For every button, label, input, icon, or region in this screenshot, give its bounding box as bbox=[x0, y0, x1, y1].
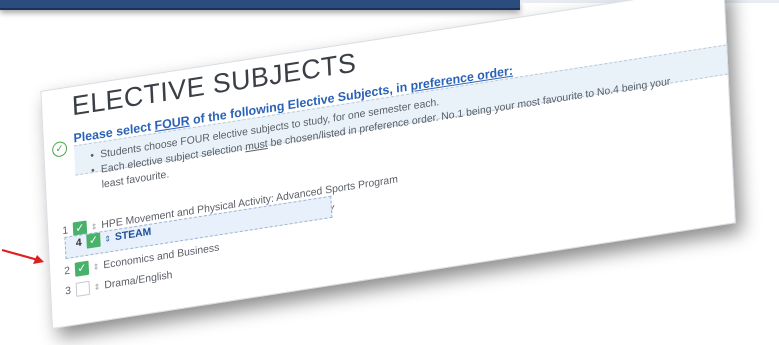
red-arrow-icon bbox=[1, 248, 44, 264]
drag-handle-icon[interactable]: ⇕ bbox=[104, 233, 111, 243]
top-header-bar bbox=[0, 0, 520, 10]
subject-checkbox[interactable]: ✓ bbox=[74, 260, 90, 277]
screenshot-stage: ELECTIVE SUBJECTS ✓ Please select FOUR o… bbox=[0, 0, 779, 345]
preference-number: 3 bbox=[64, 284, 72, 298]
drag-handle-icon[interactable]: ⇕ bbox=[91, 221, 98, 231]
subject-checkbox[interactable] bbox=[75, 280, 91, 297]
subject-label: STEAM bbox=[114, 225, 152, 244]
drag-handle-icon[interactable]: ⇕ bbox=[93, 261, 100, 271]
preference-number: 2 bbox=[63, 264, 71, 278]
drag-handle-icon[interactable]: ⇕ bbox=[94, 282, 101, 292]
elective-subjects-card: ELECTIVE SUBJECTS ✓ Please select FOUR o… bbox=[40, 0, 736, 329]
bullet-text-must: must bbox=[244, 137, 268, 154]
preference-number: 4 bbox=[75, 236, 82, 250]
check-circle-icon: ✓ bbox=[51, 140, 68, 158]
subject-checkbox[interactable]: ✓ bbox=[86, 232, 101, 249]
